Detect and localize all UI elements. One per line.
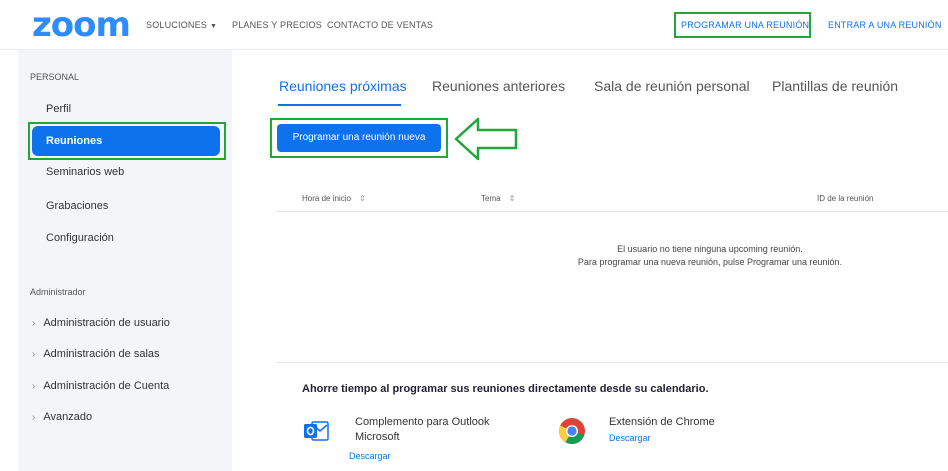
nav-solutions-label: SOLUCIONES <box>146 20 208 30</box>
sidebar-admin-account-management[interactable]: › Administración de Cuenta <box>32 380 169 392</box>
outlook-plugin-name: Complemento para Outlook Microsoft <box>355 415 490 445</box>
sidebar-item-recordings[interactable]: Grabaciones <box>46 200 108 212</box>
highlight-box-meetings <box>28 122 226 160</box>
calendar-section-title: Ahorre tiempo al programar sus reuniones… <box>302 383 709 395</box>
chevron-right-icon: › <box>32 381 36 392</box>
column-header-topic[interactable]: Tema ⇕ <box>481 194 516 203</box>
outlook-icon <box>304 421 329 441</box>
nav-plans[interactable]: PLANES Y PRECIOS <box>232 20 322 30</box>
column-header-label: Hora de inicio <box>302 194 351 203</box>
tab-personal-meeting-room[interactable]: Sala de reunión personal <box>594 78 750 94</box>
table-header-divider <box>276 211 948 212</box>
sidebar-admin-label: Administración de usuario <box>43 317 170 329</box>
top-navigation: zoom SOLUCIONES ▼ PLANES Y PRECIOS CONTAC… <box>0 0 948 50</box>
chrome-download-link[interactable]: Descargar <box>609 433 651 443</box>
section-divider <box>276 362 948 363</box>
chevron-right-icon: › <box>32 349 36 360</box>
column-header-meeting-id: ID de la reunión <box>817 194 874 203</box>
nav-solutions[interactable]: SOLUCIONES ▼ <box>146 20 217 30</box>
chevron-down-icon: ▼ <box>210 23 218 30</box>
sidebar-admin-label: Avanzado <box>43 411 93 423</box>
highlight-box-schedule <box>674 12 811 38</box>
sidebar-item-settings[interactable]: Configuración <box>46 232 114 244</box>
sidebar-admin-advanced[interactable]: › Avanzado <box>32 411 92 423</box>
chevron-right-icon: › <box>32 412 36 423</box>
tab-upcoming-meetings[interactable]: Reuniones próximas <box>279 78 407 94</box>
tab-meeting-templates[interactable]: Plantillas de reunión <box>772 78 898 94</box>
sidebar-item-webinars[interactable]: Seminarios web <box>46 166 124 178</box>
empty-state-message: El usuario no tiene ninguna upcoming reu… <box>500 243 920 269</box>
column-header-label: Tema <box>481 194 501 203</box>
outlook-plugin-line-2: Microsoft <box>355 431 400 443</box>
sidebar-admin-user-management[interactable]: › Administración de usuario <box>32 317 170 329</box>
sidebar-admin-room-management[interactable]: › Administración de salas <box>32 348 160 360</box>
left-arrow-icon <box>454 117 518 161</box>
chrome-icon <box>558 418 585 445</box>
outlook-download-link[interactable]: Descargar <box>349 451 391 461</box>
tab-previous-meetings[interactable]: Reuniones anteriores <box>432 78 565 94</box>
sort-icon[interactable]: ⇕ <box>359 194 366 203</box>
sidebar-header-admin: Administrador <box>30 287 86 297</box>
chrome-extension-name: Extensión de Chrome <box>609 416 715 428</box>
empty-state-line-1: El usuario no tiene ninguna upcoming reu… <box>617 244 803 254</box>
sort-icon[interactable]: ⇕ <box>509 194 516 203</box>
sidebar-item-profile[interactable]: Perfil <box>46 103 71 115</box>
nav-join-meeting[interactable]: ENTRAR A UNA REUNIÓN <box>828 20 942 30</box>
sidebar-admin-label: Administración de salas <box>43 348 160 360</box>
chevron-right-icon: › <box>32 318 36 329</box>
outlook-plugin-line-1: Complemento para Outlook <box>355 416 490 428</box>
highlight-box-schedule-button <box>270 118 448 158</box>
column-header-start-time[interactable]: Hora de inicio ⇕ <box>302 194 366 203</box>
active-tab-indicator <box>278 104 401 106</box>
nav-contact-sales[interactable]: CONTACTO DE VENTAS <box>327 20 433 30</box>
sidebar-admin-label: Administración de Cuenta <box>43 380 170 392</box>
zoom-logo[interactable]: zoom <box>32 8 131 42</box>
empty-state-line-2: Para programar una nueva reunión, pulse … <box>577 257 843 267</box>
sidebar-header-personal: PERSONAL <box>30 72 80 82</box>
